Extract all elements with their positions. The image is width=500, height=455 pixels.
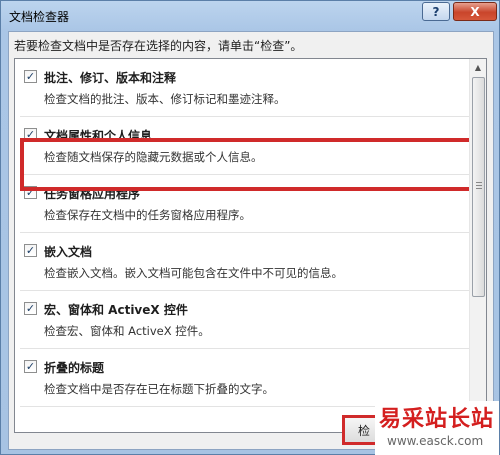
dialog-content: 若要检查文档中是否存在选择的内容，请单击“检查”。 ✓ 批注、修订、版本和注释 …: [8, 31, 494, 450]
option-macros-forms-activex[interactable]: ✓ 宏、窗体和 ActiveX 控件 检查宏、窗体和 ActiveX 控件。: [15, 291, 470, 349]
highlight-box: [20, 138, 482, 191]
option-label: 批注、修订、版本和注释: [44, 71, 177, 85]
option-label: 嵌入文档: [44, 245, 93, 259]
watermark-logo: 易采站长站 www.easck.com: [375, 401, 499, 455]
vertical-scrollbar[interactable]: ▲ ▼: [469, 59, 486, 432]
help-button[interactable]: ?: [422, 2, 450, 21]
instruction-text: 若要检查文档中是否存在选择的内容，请单击“检查”。: [14, 39, 303, 53]
option-label: 宏、窗体和 ActiveX 控件: [44, 303, 188, 317]
option-description: 检查文档的批注、版本、修订标记和墨迹注释。: [44, 92, 286, 106]
grip-icon: [476, 182, 482, 189]
option-comments-revisions[interactable]: ✓ 批注、修订、版本和注释 检查文档的批注、版本、修订标记和墨迹注释。: [15, 59, 470, 117]
scroll-up-arrow-icon[interactable]: ▲: [470, 59, 486, 76]
checkbox-comments-revisions[interactable]: ✓: [24, 70, 37, 83]
window-title: 文档检查器: [9, 10, 70, 24]
option-description: 检查宏、窗体和 ActiveX 控件。: [44, 324, 210, 338]
inspection-options-list: ✓ 批注、修订、版本和注释 检查文档的批注、版本、修订标记和墨迹注释。 ✓ 文档…: [14, 58, 487, 433]
document-inspector-window: 文档检查器 ? X 若要检查文档中是否存在选择的内容，请单击“检查”。 ✓ 批注…: [0, 0, 500, 455]
option-collapsed-headings[interactable]: ✓ 折叠的标题 检查文档中是否存在已在标题下折叠的文字。: [15, 349, 470, 407]
watermark-url: www.easck.com: [387, 434, 484, 448]
checkbox-collapsed-headings[interactable]: ✓: [24, 360, 37, 373]
watermark-brand: 易采站长站: [379, 406, 495, 432]
close-button[interactable]: X: [453, 2, 497, 21]
title-bar[interactable]: 文档检查器 ? X: [1, 1, 500, 31]
option-embedded-documents[interactable]: ✓ 嵌入文档 检查嵌入文档。嵌入文档可能包含在文件中不可见的信息。: [15, 233, 470, 291]
scroll-thumb[interactable]: [472, 77, 485, 297]
option-label: 折叠的标题: [44, 361, 105, 375]
option-description: 检查嵌入文档。嵌入文档可能包含在文件中不可见的信息。: [44, 266, 343, 280]
checkbox-macros-forms-activex[interactable]: ✓: [24, 302, 37, 315]
option-description: 检查文档中是否存在已在标题下折叠的文字。: [44, 382, 274, 396]
checkbox-embedded-documents[interactable]: ✓: [24, 244, 37, 257]
option-description: 检查保存在文档中的任务窗格应用程序。: [44, 208, 251, 222]
